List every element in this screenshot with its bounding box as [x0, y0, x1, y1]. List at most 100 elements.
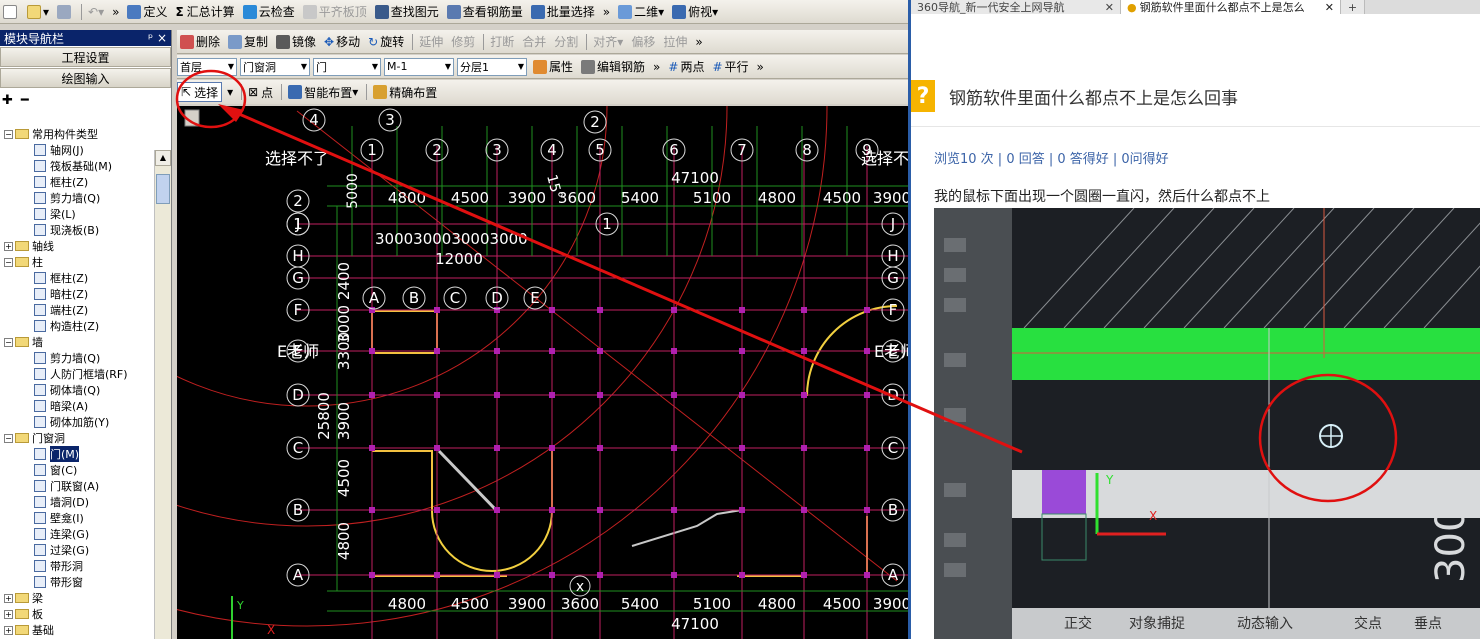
- sum-button[interactable]: Σ 汇总计算: [172, 2, 237, 22]
- view-rebar-button[interactable]: 查看钢筋量: [444, 2, 526, 22]
- project-settings-button[interactable]: 工程设置: [0, 47, 171, 67]
- collapse-icon[interactable]: −: [4, 433, 13, 443]
- tree-folder[interactable]: − 常用构件类型: [0, 126, 154, 142]
- tree-folder[interactable]: + 梁: [0, 590, 154, 606]
- collapse-icon[interactable]: −: [4, 257, 13, 267]
- rotate-button[interactable]: ↻ 旋转: [365, 32, 407, 52]
- precise-layout-button[interactable]: 精确布置: [370, 82, 440, 102]
- tree-folder[interactable]: + 板: [0, 606, 154, 622]
- view-2d-dropdown[interactable]: 二维 ▾: [615, 2, 667, 22]
- select-button[interactable]: ⇱ 选择: [177, 82, 223, 102]
- toolbar-more-button[interactable]: »: [109, 2, 122, 22]
- offset-button[interactable]: 偏移: [628, 32, 658, 52]
- tree-item[interactable]: 框柱(Z): [0, 270, 154, 286]
- expand-icon[interactable]: +: [4, 609, 13, 619]
- edit-rebar-button[interactable]: 编辑钢筋: [578, 57, 648, 77]
- cloud-check-button[interactable]: 云检查: [240, 2, 298, 22]
- stretch-button[interactable]: 拉伸: [660, 32, 690, 52]
- question-photo[interactable]: Y X 300 正交 对象捕捉 动态输入 交点 垂点: [934, 208, 1480, 639]
- tree-item[interactable]: 端柱(Z): [0, 302, 154, 318]
- define-button[interactable]: 定义: [124, 2, 170, 22]
- tree-folder[interactable]: − 柱: [0, 254, 154, 270]
- trim-button[interactable]: 修剪: [448, 32, 478, 52]
- tree-folder[interactable]: − 门窗洞: [0, 430, 154, 446]
- tree-item[interactable]: 剪力墙(Q): [0, 350, 154, 366]
- smart-layout-button[interactable]: 智能布置 ▾: [285, 82, 361, 102]
- tree-item[interactable]: 构造柱(Z): [0, 318, 154, 334]
- collapse-icon[interactable]: −: [4, 129, 13, 139]
- mirror-button[interactable]: 镜像: [273, 32, 319, 52]
- tree-folder[interactable]: + 基础: [0, 622, 154, 638]
- close-icon[interactable]: ✕: [1105, 1, 1114, 14]
- open-file-button[interactable]: ▾: [24, 2, 52, 22]
- toolbar-more-button-5[interactable]: »: [754, 57, 767, 77]
- layer-toggle-icon[interactable]: [184, 109, 200, 127]
- collapse-all-icon[interactable]: ━: [21, 93, 29, 108]
- tree-item[interactable]: 暗柱(Z): [0, 286, 154, 302]
- move-button[interactable]: ✥ 移动: [321, 32, 363, 52]
- tree-item[interactable]: 连梁(G): [0, 526, 154, 542]
- drawing-input-button[interactable]: 绘图输入: [0, 68, 171, 88]
- new-tab-button[interactable]: +: [1341, 0, 1365, 14]
- tree-folder[interactable]: + 轴线: [0, 238, 154, 254]
- tree-item[interactable]: 墙洞(D): [0, 494, 154, 510]
- tree-item[interactable]: 暗梁(A): [0, 398, 154, 414]
- undo-button[interactable]: ↶▾: [85, 2, 107, 22]
- toolbar-more-button-2[interactable]: »: [600, 2, 613, 22]
- split-button[interactable]: 分割: [551, 32, 581, 52]
- batch-select-button[interactable]: 批量选择: [528, 2, 598, 22]
- two-points-button[interactable]: # 两点: [665, 57, 707, 77]
- tree-item[interactable]: 筏板基础(M): [0, 158, 154, 174]
- expand-icon[interactable]: +: [4, 241, 13, 251]
- expand-all-icon[interactable]: ✚: [2, 93, 13, 108]
- merge-button[interactable]: 合并: [519, 32, 549, 52]
- copy-button[interactable]: 复制: [225, 32, 271, 52]
- properties-button[interactable]: 属性: [530, 57, 576, 77]
- view-top-dropdown[interactable]: 俯视 ▾: [669, 2, 721, 22]
- tree-item[interactable]: 梁(L): [0, 206, 154, 222]
- tree-item[interactable]: 人防门框墙(RF): [0, 366, 154, 382]
- layer-select[interactable]: 分层1 ▼: [457, 57, 527, 76]
- tree-item[interactable]: 现浇板(B): [0, 222, 154, 238]
- panel-pin-close-buttons[interactable]: ᵖ ×: [148, 31, 167, 45]
- tree-item[interactable]: 砌体加筋(Y): [0, 414, 154, 430]
- tree-item[interactable]: 砌体墙(Q): [0, 382, 154, 398]
- tree-item[interactable]: 剪力墙(Q): [0, 190, 154, 206]
- find-element-button[interactable]: 查找图元: [372, 2, 442, 22]
- flat-top-button[interactable]: 平齐板顶: [300, 2, 370, 22]
- break-button[interactable]: 打断: [487, 32, 517, 52]
- item-select[interactable]: M-1 ▼: [384, 57, 454, 76]
- align-button[interactable]: 对齐 ▾: [590, 32, 626, 52]
- tree-item[interactable]: 门联窗(A): [0, 478, 154, 494]
- panel-scrollbar[interactable]: ▲: [154, 150, 171, 639]
- select-dropdown[interactable]: ▾: [224, 82, 236, 102]
- expand-icon[interactable]: +: [4, 593, 13, 603]
- scroll-up-icon[interactable]: ▲: [155, 150, 171, 166]
- scroll-thumb[interactable]: [156, 174, 170, 204]
- drawing-canvas[interactable]: Y X 1 2 3 4 5 6 7 8 9 4 3 2 1 4800 4500 3900 3600 5400 510…: [177, 106, 908, 639]
- tree-item[interactable]: 带形窗: [0, 574, 154, 590]
- close-icon[interactable]: ✕: [1325, 1, 1334, 14]
- delete-button[interactable]: 删除: [177, 32, 223, 52]
- tree-item[interactable]: 窗(C): [0, 462, 154, 478]
- tree-item[interactable]: 框柱(Z): [0, 174, 154, 190]
- point-button[interactable]: ⊠ 点: [245, 82, 276, 102]
- tree-item[interactable]: 过梁(G): [0, 542, 154, 558]
- floor-select[interactable]: 首层 ▼: [177, 57, 237, 76]
- tree-item[interactable]: 带形洞: [0, 558, 154, 574]
- extend-button[interactable]: 延伸: [416, 32, 446, 52]
- category-select[interactable]: 门窗洞 ▼: [240, 57, 310, 76]
- new-file-button[interactable]: [0, 2, 22, 22]
- toolbar-more-button-4[interactable]: »: [650, 57, 663, 77]
- parallel-button[interactable]: # 平行: [709, 57, 751, 77]
- tree-item[interactable]: 门(M): [0, 446, 154, 462]
- tree-folder[interactable]: − 墙: [0, 334, 154, 350]
- question-stats[interactable]: 浏览10 次 | 0 回答 | 0 答得好 | 0问得好: [934, 148, 1169, 167]
- browser-tab[interactable]: 360导航_新一代安全上网导航 ✕: [911, 0, 1121, 14]
- save-button[interactable]: [54, 2, 76, 22]
- tree-item[interactable]: 壁龛(I): [0, 510, 154, 526]
- expand-icon[interactable]: +: [4, 625, 13, 635]
- collapse-icon[interactable]: −: [4, 337, 13, 347]
- type-select[interactable]: 门 ▼: [313, 57, 381, 76]
- toolbar-more-button-3[interactable]: »: [692, 32, 705, 52]
